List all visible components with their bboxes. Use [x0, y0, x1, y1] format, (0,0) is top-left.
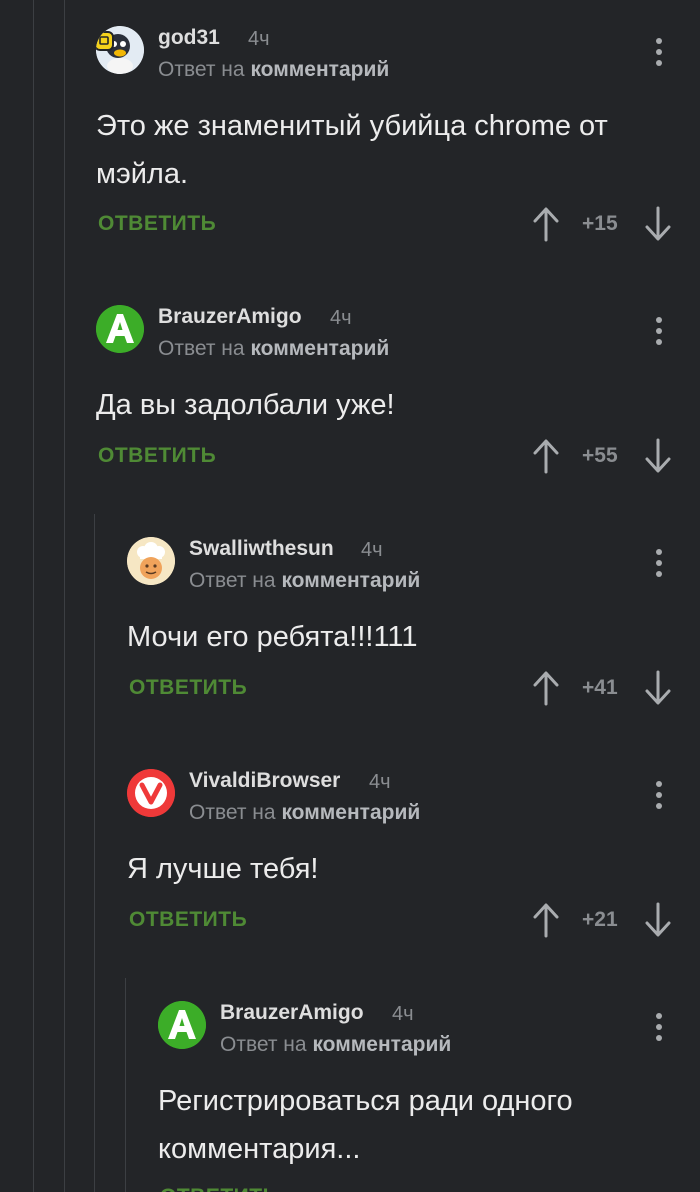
parent-comment-link[interactable]: комментарий — [312, 1033, 451, 1056]
comment-time: 4ч — [361, 539, 383, 561]
parent-comment-link[interactable]: комментарий — [281, 801, 420, 824]
penguin-avatar-icon — [96, 26, 144, 74]
upvote-arrow-icon[interactable] — [532, 438, 560, 474]
downvote-arrow-icon[interactable] — [644, 670, 672, 706]
reply-button[interactable]: ОТВЕТИТЬ — [129, 676, 247, 700]
comment-text: Я лучше тебя! — [127, 853, 319, 885]
vivaldi-logo-icon — [127, 769, 175, 817]
comment-time: 4ч — [392, 1003, 414, 1025]
chef-avatar-icon — [127, 537, 175, 585]
comment-score: +55 — [582, 444, 618, 467]
author-name[interactable]: god31 — [158, 26, 220, 50]
thread-line — [94, 514, 95, 1192]
thread-line — [64, 0, 65, 1192]
more-menu-icon[interactable] — [647, 545, 671, 581]
downvote-arrow-icon[interactable] — [644, 206, 672, 242]
more-menu-icon[interactable] — [647, 777, 671, 813]
comment-score: +21 — [582, 908, 618, 931]
upvote-arrow-icon[interactable] — [532, 670, 560, 706]
reply-prefix: Ответ на — [220, 1033, 307, 1056]
comment: BrauzerAmigo 4ч Ответ на комментарий Рег… — [158, 1001, 700, 1192]
downvote-arrow-icon[interactable] — [644, 438, 672, 474]
thread-line — [33, 0, 34, 1192]
comment-text: Регистрироваться ради одного комментария… — [158, 1085, 573, 1165]
reply-info: Ответ на комментарий — [158, 58, 389, 82]
reply-info: Ответ на комментарий — [189, 569, 420, 593]
downvote-arrow-icon[interactable] — [644, 902, 672, 938]
reply-prefix: Ответ на — [189, 801, 276, 824]
more-menu-icon[interactable] — [647, 313, 671, 349]
avatar[interactable] — [96, 26, 144, 74]
reply-button[interactable]: ОТВЕТИТЬ — [98, 212, 216, 236]
upvote-arrow-icon[interactable] — [532, 902, 560, 938]
more-menu-icon[interactable] — [647, 1009, 671, 1045]
reply-button[interactable]: ОТВЕТИТЬ — [129, 908, 247, 932]
author-name[interactable]: Swalliwthesun — [189, 537, 334, 561]
parent-comment-link[interactable]: комментарий — [250, 58, 389, 81]
comment: god31 4ч Ответ на комментарий Это же зна… — [96, 26, 700, 256]
comment-text: Это же знаменитый убийца chrome от мэйла… — [96, 110, 608, 190]
reply-info: Ответ на комментарий — [220, 1033, 451, 1057]
reply-info: Ответ на комментарий — [158, 337, 389, 361]
reply-prefix: Ответ на — [158, 337, 245, 360]
reply-button[interactable]: ОТВЕТИТЬ — [98, 444, 216, 468]
comment-text: Да вы задолбали уже! — [96, 389, 395, 421]
comment: Swalliwthesun 4ч Ответ на комментарий Мо… — [127, 537, 700, 717]
upvote-arrow-icon[interactable] — [532, 206, 560, 242]
author-name[interactable]: BrauzerAmigo — [220, 1001, 364, 1025]
comment-score: +41 — [582, 676, 618, 699]
avatar[interactable] — [127, 769, 175, 817]
comment-time: 4ч — [369, 771, 391, 793]
amigo-logo-icon — [158, 1001, 206, 1049]
comment-score: +15 — [582, 212, 618, 235]
reply-prefix: Ответ на — [158, 58, 245, 81]
comment: VivaldiBrowser 4ч Ответ на комментарий Я… — [127, 769, 700, 949]
thread-line — [125, 978, 126, 1192]
avatar[interactable] — [158, 1001, 206, 1049]
reply-prefix: Ответ на — [189, 569, 276, 592]
reply-info: Ответ на комментарий — [189, 801, 420, 825]
parent-comment-link[interactable]: комментарий — [250, 337, 389, 360]
parent-comment-link[interactable]: комментарий — [281, 569, 420, 592]
comment-text: Мочи его ребята!!!111 — [127, 621, 418, 653]
author-name[interactable]: BrauzerAmigo — [158, 305, 302, 329]
comment-time: 4ч — [330, 307, 352, 329]
reply-button[interactable]: ОТВЕТИТЬ — [160, 1185, 278, 1192]
avatar[interactable] — [127, 537, 175, 585]
more-menu-icon[interactable] — [647, 34, 671, 70]
comment: BrauzerAmigo 4ч Ответ на комментарий Да … — [96, 305, 700, 485]
avatar[interactable] — [96, 305, 144, 353]
author-name[interactable]: VivaldiBrowser — [189, 769, 340, 793]
amigo-logo-icon — [96, 305, 144, 353]
comment-time: 4ч — [248, 28, 270, 50]
